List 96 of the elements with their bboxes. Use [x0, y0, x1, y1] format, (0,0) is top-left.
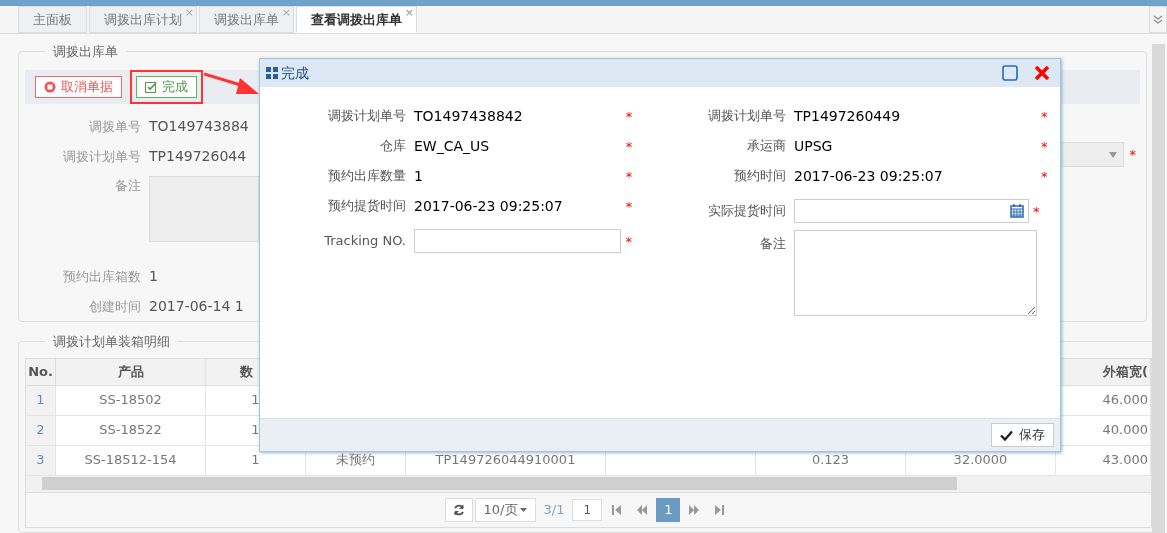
table-cell-text: SS-18512-154: [84, 451, 177, 470]
notes-field[interactable]: [794, 230, 1037, 316]
field-label: 调拨计划单号: [707, 107, 787, 126]
skip-back-icon: [610, 503, 623, 516]
field-label: 备注: [759, 235, 787, 253]
table-cell-text: 46.000: [1102, 391, 1148, 410]
tab[interactable]: 查看调拨出库单 ×: [296, 6, 417, 33]
field-value: 2017-06-14 1: [149, 297, 244, 316]
field-value: 1: [149, 267, 158, 286]
panel-legend: 调拨出库单: [45, 42, 126, 62]
table-cell-text: TP149726044910001: [435, 451, 576, 470]
notes-field[interactable]: [149, 175, 259, 242]
field-value: 2017-06-23 09:25:07: [414, 196, 564, 216]
required-mark: *: [625, 199, 633, 213]
required-mark: *: [625, 139, 633, 153]
field-label: 调拨单号: [88, 117, 142, 136]
field-label: 预约提货时间: [327, 197, 407, 216]
grid-icon: [266, 67, 278, 79]
column-header: 外箱宽(: [1103, 362, 1148, 381]
table-cell-text: SS-18522: [99, 421, 162, 440]
check-icon: [1000, 429, 1013, 441]
field-value: 1: [414, 166, 424, 186]
field-value: TO1497438842: [414, 106, 524, 126]
dialog-title: 完成: [281, 63, 309, 83]
field-label: 调拨计划单号: [62, 147, 142, 166]
field-label: 预约出库箱数: [62, 267, 142, 286]
skip-forward-icon: [714, 503, 727, 516]
table-cell-text: 1: [251, 451, 260, 470]
input-field[interactable]: [414, 229, 622, 253]
panel-legend: 调拨计划单装箱明细: [45, 332, 178, 352]
close-icon[interactable]: ×: [184, 5, 194, 22]
table-cell-text: 未预约: [336, 451, 375, 470]
field-label: 预约出库数量: [327, 167, 407, 186]
row-number: 1: [36, 391, 45, 410]
required-mark: *: [625, 169, 633, 183]
table-cell-text: 1: [251, 421, 260, 440]
page-info: 3/1: [542, 500, 566, 519]
field-value: EW_CA_US: [414, 136, 491, 156]
checkbox-icon: [145, 80, 157, 93]
close-icon[interactable]: ×: [404, 5, 414, 22]
page-input[interactable]: 1: [572, 498, 603, 521]
tab[interactable]: 调拨出库单 ×: [199, 6, 294, 33]
field-value: TP1497260449: [794, 106, 902, 126]
maximize-icon[interactable]: [1002, 65, 1018, 81]
scroll-bar[interactable]: [1152, 44, 1165, 533]
caret-icon: [1108, 151, 1117, 158]
field-value: UPSG: [794, 136, 834, 156]
required-mark: *: [1041, 109, 1048, 123]
required-mark: *: [1129, 148, 1136, 161]
done-button[interactable]: 完成: [136, 75, 197, 98]
field-label: 实际提货时间: [707, 202, 787, 221]
tab-menu-button[interactable]: [1149, 6, 1167, 33]
field-value: TP149726044: [149, 147, 247, 166]
field-label: Tracking NO.: [323, 232, 407, 251]
cancel-button[interactable]: 取消单据: [35, 75, 122, 98]
field-label: 仓库: [379, 137, 407, 156]
row-number: 3: [36, 451, 45, 470]
field-label: 备注: [114, 176, 142, 195]
field-label: 调拨计划单号: [327, 107, 407, 126]
refresh-icon: [452, 503, 465, 516]
column-header: No.: [28, 362, 53, 381]
field-label: 预约时间: [733, 167, 787, 186]
caret-icon: [519, 507, 527, 512]
table-cell-text: 1: [251, 391, 260, 410]
row-number: 2: [36, 421, 45, 440]
page-size-select[interactable]: 10/页: [474, 497, 536, 522]
field-label: 创建时间: [88, 297, 142, 316]
refresh-button[interactable]: [444, 497, 473, 522]
required-mark: *: [625, 109, 633, 123]
tab[interactable]: 主面板: [18, 6, 87, 33]
tab[interactable]: 调拨出库计划 ×: [89, 6, 197, 33]
field-value: 2017-06-23 09:25:07: [794, 166, 944, 186]
fast-forward-icon: [688, 503, 701, 516]
column-header: 数: [240, 362, 253, 381]
rewind-icon: [636, 503, 649, 516]
required-mark: *: [1041, 139, 1048, 153]
required-mark: *: [1041, 169, 1048, 183]
table-cell-text: SS-18502: [99, 391, 162, 410]
close-icon[interactable]: [1034, 65, 1050, 81]
table-cell-text: 32.0000: [953, 451, 1008, 470]
required-mark: *: [625, 234, 632, 248]
field-label: 承运商: [746, 137, 787, 156]
save-button[interactable]: 保存: [991, 423, 1054, 447]
field-value: TO149743884: [149, 117, 249, 136]
cancel-icon: [44, 80, 56, 93]
scroll-bar[interactable]: [42, 477, 957, 490]
table-cell-text: 43.000: [1102, 451, 1148, 470]
close-icon[interactable]: ×: [281, 5, 291, 22]
date-field[interactable]: [794, 199, 1029, 223]
table-cell-text: 40.000: [1102, 421, 1148, 440]
column-header: 产品: [117, 362, 144, 381]
required-mark: *: [1033, 204, 1040, 218]
table-cell-text: 0.123: [811, 451, 850, 470]
double-chevron-icon: [1153, 14, 1163, 25]
page-button[interactable]: 1: [656, 497, 681, 522]
calendar-icon: [1010, 204, 1024, 218]
